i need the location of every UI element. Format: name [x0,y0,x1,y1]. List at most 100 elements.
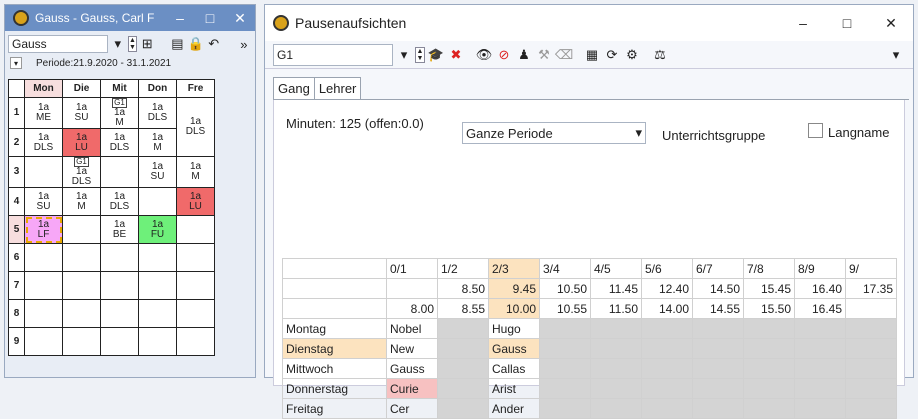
calculator-icon[interactable]: ▦ [583,46,601,64]
balance-icon[interactable]: ⚖ [651,46,669,64]
supervision-cell[interactable] [692,338,744,359]
lesson-cell[interactable] [24,156,63,188]
minimize-icon[interactable]: – [781,5,825,41]
dropdown-icon[interactable]: ▾ [110,35,126,53]
tools-icon[interactable]: ⚒ [535,46,553,64]
lesson-cell[interactable]: 1a DLS [100,187,139,216]
dropdown-icon[interactable]: ▾ [395,46,413,64]
lesson-cell[interactable] [100,327,139,356]
lesson-cell[interactable] [138,327,177,356]
supervision-cell[interactable] [743,338,795,359]
lesson-cell[interactable] [176,243,215,272]
maximize-icon[interactable]: □ [195,5,225,31]
supervision-cell[interactable] [539,338,591,359]
supervision-cell[interactable] [794,398,846,419]
lesson-cell[interactable] [176,215,215,244]
lesson-cell[interactable]: 1a DLS [24,128,63,157]
supervision-cell[interactable]: Cer [386,398,438,419]
lesson-cell[interactable] [138,271,177,300]
supervision-cell[interactable] [590,318,642,339]
lesson-cell[interactable] [24,271,63,300]
supervision-cell[interactable] [794,358,846,379]
lesson-cell[interactable]: 1a M [176,156,215,188]
supervision-cell[interactable] [743,398,795,419]
supervision-cell[interactable]: Ander [488,398,540,419]
period-select[interactable]: Ganze Periode ▾ [462,122,646,144]
spin-stepper[interactable]: ▲ ▼ [127,36,138,52]
supervision-cell[interactable] [437,318,489,339]
lesson-cell[interactable]: 1a FU [138,215,177,244]
lesson-cell[interactable]: 1a M [138,128,177,157]
expand-icon[interactable]: ▾ [10,57,22,69]
supervision-cell[interactable]: New [386,338,438,359]
lesson-cell[interactable]: 1a LU [176,187,215,216]
undo-icon[interactable]: ↶ [206,35,222,53]
delete-icon[interactable]: ✖ [447,46,465,64]
lesson-cell[interactable] [100,271,139,300]
lesson-cell[interactable]: 1a DLS [176,97,215,157]
supervision-cell[interactable] [539,358,591,379]
lesson-cell[interactable]: 1a SU [62,97,101,129]
supervision-cell[interactable] [743,358,795,379]
lesson-cell[interactable] [62,243,101,272]
supervision-cell[interactable] [845,318,897,339]
group-select[interactable]: G1 [273,43,393,66]
lesson-cell[interactable]: 1a SU [24,187,63,216]
supervision-cell[interactable] [590,338,642,359]
supervision-cell[interactable]: Callas [488,358,540,379]
print-icon[interactable]: ▤ [169,35,185,53]
supervision-cell[interactable]: Hugo [488,318,540,339]
lesson-cell[interactable] [100,243,139,272]
lesson-cell[interactable] [138,243,177,272]
lesson-cell[interactable]: 1a SU [138,156,177,188]
supervision-cell[interactable] [845,358,897,379]
supervision-cell[interactable] [743,318,795,339]
lesson-cell[interactable] [62,215,101,244]
lesson-cell[interactable]: G1 1a DLS [62,156,101,188]
supervision-cell[interactable] [641,318,693,339]
lesson-cell[interactable]: G1 1a M [100,97,139,129]
lesson-cell[interactable] [176,327,215,356]
more-icon[interactable]: » [236,35,252,53]
lesson-cell[interactable] [176,271,215,300]
lesson-cell[interactable] [62,299,101,328]
close-icon[interactable]: ✕ [225,5,255,31]
spin-stepper[interactable]: ▲ ▼ [415,46,425,63]
supervision-cell[interactable]: Nobel [386,318,438,339]
lesson-cell[interactable] [100,299,139,328]
supervision-cell[interactable] [692,358,744,379]
lesson-cell[interactable]: 1a LF [24,215,63,244]
lesson-cell[interactable]: 1a DLS [138,97,177,129]
supervision-cell[interactable] [437,338,489,359]
lesson-cell[interactable] [24,299,63,328]
tab-gang[interactable]: Gang [273,77,315,99]
lesson-cell[interactable] [138,299,177,328]
refresh-icon[interactable]: ⟳ [603,46,621,64]
lesson-cell[interactable]: 1a ME [24,97,63,129]
lesson-cell[interactable]: 1a DLS [100,128,139,157]
lesson-cell[interactable] [62,327,101,356]
lock-icon[interactable]: 🔒 [187,35,203,53]
grid-icon[interactable]: ⊞ [139,35,155,53]
eraser-icon[interactable]: ⌫ [555,46,573,64]
lesson-cell[interactable]: 1a M [62,187,101,216]
lesson-cell[interactable] [176,299,215,328]
view-icon[interactable]: 👁 [475,46,493,64]
lesson-cell[interactable] [100,156,139,188]
tab-lehrer[interactable]: Lehrer [314,77,362,99]
lesson-cell[interactable] [138,187,177,216]
supervision-cell[interactable]: Gauss [386,358,438,379]
supervision-cell[interactable] [692,398,744,419]
supervision-cell[interactable] [845,398,897,419]
supervision-cell[interactable] [641,338,693,359]
supervision-cell[interactable] [794,338,846,359]
maximize-icon[interactable]: □ [825,5,869,41]
supervision-cell[interactable] [539,318,591,339]
supervision-cell[interactable] [590,358,642,379]
supervision-cell[interactable] [794,318,846,339]
lesson-cell[interactable]: 1a LU [62,128,101,157]
supervision-cell[interactable]: Gauss [488,338,540,359]
longname-checkbox[interactable] [808,123,823,138]
lesson-cell[interactable]: 1a BE [100,215,139,244]
supervision-cell[interactable] [845,338,897,359]
